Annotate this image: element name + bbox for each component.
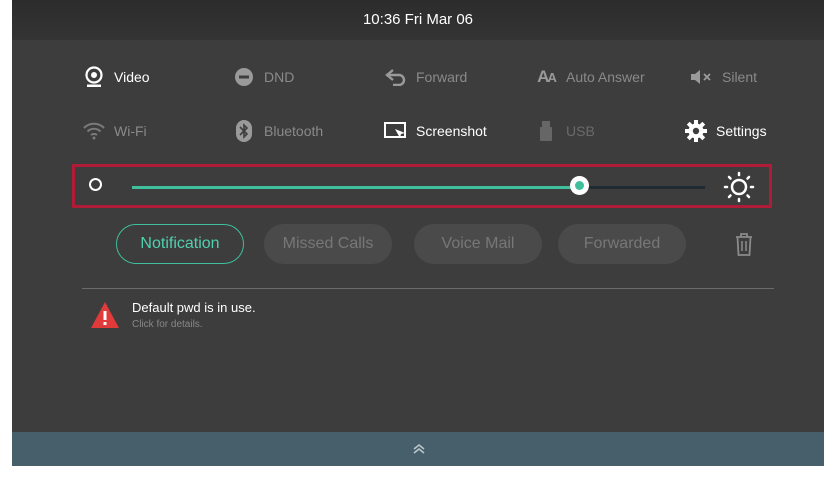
divider: [82, 288, 774, 289]
forward-label: Forward: [416, 69, 468, 85]
brightness-slider[interactable]: [132, 176, 705, 195]
forward-icon: [384, 65, 408, 89]
brightness-slider-handle[interactable]: [569, 176, 589, 195]
bluetooth-label: Bluetooth: [264, 123, 324, 139]
tab-forwarded[interactable]: Forwarded: [558, 224, 686, 264]
usb-icon: [534, 119, 558, 143]
auto-answer-toggle[interactable]: AA Auto Answer: [534, 65, 645, 89]
bluetooth-toggle[interactable]: Bluetooth: [232, 119, 323, 143]
screenshot-label: Screenshot: [416, 123, 487, 139]
tab-notification[interactable]: Notification: [116, 224, 244, 264]
screenshot-icon: [384, 119, 408, 143]
silent-label: Silent: [722, 69, 758, 85]
wifi-icon: [82, 119, 106, 143]
auto-answer-label: Auto Answer: [566, 69, 645, 85]
settings-label: Settings: [716, 123, 767, 139]
dnd-icon: [232, 65, 256, 89]
auto-answer-icon: AA: [537, 67, 557, 86]
status-bar: 10:36 Fri Mar 06: [12, 0, 824, 40]
usb-label: USB: [566, 123, 595, 139]
notification-subtitle: Click for details.: [132, 319, 203, 330]
dnd-toggle[interactable]: DND: [232, 65, 294, 89]
settings-button[interactable]: Settings: [684, 119, 767, 143]
collapse-chevron-icon[interactable]: [413, 442, 425, 460]
dnd-label: DND: [264, 69, 295, 85]
warning-icon: [90, 301, 120, 334]
clock: 10:36 Fri Mar 06: [362, 11, 474, 28]
delete-icon[interactable]: [734, 232, 754, 261]
tab-missed-calls[interactable]: Missed Calls: [264, 224, 392, 264]
brightness-low-icon: [89, 178, 102, 191]
wifi-toggle[interactable]: Wi-Fi: [82, 119, 147, 143]
brightness-fill: [132, 186, 579, 189]
screenshot-toggle[interactable]: Screenshot: [384, 119, 487, 143]
gear-icon: [684, 119, 708, 143]
wifi-label: Wi-Fi: [114, 123, 147, 139]
brightness-high-icon: [723, 171, 755, 208]
forward-toggle[interactable]: Forward: [384, 65, 467, 89]
bottom-bar: [12, 432, 824, 466]
usb-toggle[interactable]: USB: [534, 119, 595, 143]
video-icon: [82, 65, 106, 89]
tab-voice-mail[interactable]: Voice Mail: [414, 224, 542, 264]
phone-screen: 10:36 Fri Mar 06 Video DND Forward AA Au…: [12, 0, 824, 466]
silent-icon: [690, 65, 714, 89]
video-toggle[interactable]: Video: [82, 65, 150, 89]
brightness-control: [72, 164, 772, 208]
video-label: Video: [114, 69, 150, 85]
notification-title: Default pwd is in use.: [132, 300, 256, 315]
silent-toggle[interactable]: Silent: [690, 65, 757, 89]
bluetooth-icon: [232, 119, 256, 143]
